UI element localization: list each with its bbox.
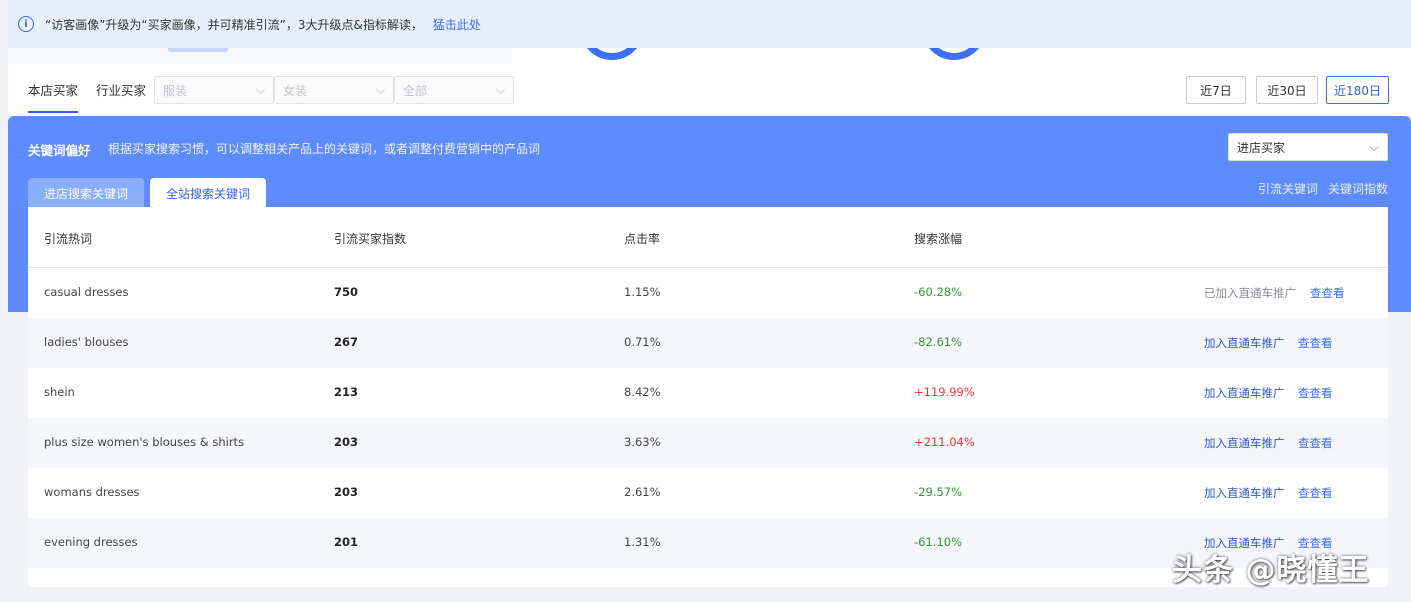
add-to-promotion-link[interactable]: 加入直通车推广 (1204, 435, 1285, 451)
tab-store-search-keywords[interactable]: 进店搜索关键词 (28, 178, 144, 208)
buyer-type-select[interactable]: 进店买家 ⌵ (1228, 133, 1388, 161)
select-value: 全部 (403, 83, 428, 98)
filter-bar: 本店买家 行业买家 服装 ⌵ 女装 ⌵ 全部 ⌵ 近7日 近30日 近180日 (8, 64, 1411, 116)
category-select-3[interactable]: 全部 ⌵ (394, 76, 514, 104)
growth-cell: -29.57% (914, 485, 962, 499)
category-select-1[interactable]: 服装 ⌵ (154, 76, 274, 104)
growth-cell: +211.04% (914, 435, 975, 449)
view-link[interactable]: 查查看 (1298, 435, 1333, 451)
add-to-promotion-link[interactable]: 加入直通车推广 (1204, 385, 1285, 401)
buyer-index-cell: 203 (334, 435, 359, 449)
table-row: ladies' blouses 267 0.71% -82.61% 加入直通车推广 查查看 (28, 318, 1388, 368)
chevron-down-icon: ⌵ (255, 82, 265, 97)
ctr-cell: 0.71% (624, 335, 661, 349)
notice-text: “访客画像”升级为“买家画像，并可精准引流”，3大升级点&指标解读， (45, 17, 423, 32)
add-to-promotion-link[interactable]: 加入直通车推广 (1204, 485, 1285, 501)
keyword-cell: shein (44, 385, 75, 399)
added-to-promotion-label: 已加入直通车推广 (1204, 286, 1296, 300)
table-row: womans dresses 203 2.61% -29.57% 加入直通车推广 查查看 (28, 468, 1388, 518)
buyer-index-cell: 750 (334, 285, 359, 299)
buyer-index-cell: 203 (334, 485, 359, 499)
growth-cell: -60.28% (914, 285, 962, 299)
select-value: 进店买家 (1237, 140, 1286, 155)
select-value: 服装 (163, 83, 188, 98)
range-180d-button[interactable]: 近180日 (1326, 76, 1389, 104)
ctr-cell: 2.61% (624, 485, 661, 499)
ctr-cell: 3.63% (624, 435, 661, 449)
chevron-down-icon: ⌵ (495, 82, 505, 97)
table-row: plus size women's blouses & shirts 203 3.6… (28, 418, 1388, 468)
chevron-down-icon: ⌵ (375, 82, 385, 97)
growth-cell: -61.10% (914, 535, 962, 549)
keyword-index-link[interactable]: 关键词指数 (1328, 180, 1388, 197)
ctr-cell: 8.42% (624, 385, 661, 399)
growth-cell: -82.61% (914, 335, 962, 349)
traffic-keywords-link[interactable]: 引流关键词 (1258, 180, 1318, 197)
watermark: 头条 @晓懂王 (1172, 553, 1370, 588)
header-growth: 搜索涨幅 (914, 232, 963, 246)
keyword-cell: plus size women's blouses & shirts (44, 435, 245, 449)
info-icon: i (18, 16, 34, 32)
tab-industry-buyers[interactable]: 行业买家 (96, 80, 146, 99)
header-buyer-index: 引流买家指数 (334, 232, 407, 246)
panel-description: 根据买家搜索习惯，可以调整相关产品上的关键词，或者调整付费营销中的产品词 (108, 142, 541, 156)
buyer-index-cell: 213 (334, 385, 359, 399)
table-row: casual dresses 750 1.15% -60.28% 已加入直通车推广 查查看 (28, 268, 1388, 318)
add-to-promotion-link[interactable]: 加入直通车推广 (1204, 335, 1285, 351)
buyer-index-cell: 267 (334, 335, 359, 349)
range-30d-button[interactable]: 近30日 (1256, 76, 1318, 104)
view-link[interactable]: 查查看 (1298, 385, 1333, 401)
tab-site-search-keywords[interactable]: 全站搜索关键词 (150, 178, 266, 208)
keyword-cell: evening dresses (44, 535, 138, 549)
view-link[interactable]: 查查看 (1298, 485, 1333, 501)
chevron-down-icon: ⌵ (1369, 139, 1379, 155)
header-keyword: 引流热词 (44, 232, 93, 246)
table-row: shein 213 8.42% +119.99% 加入直通车推广 查查看 (28, 368, 1388, 418)
select-value: 女装 (283, 83, 308, 98)
panel-title: 关键词偏好 (28, 143, 91, 158)
keyword-table: 引流热词 引流买家指数 点击率 搜索涨幅 casual dresses 750 1.… (28, 207, 1388, 587)
ctr-cell: 1.15% (624, 285, 661, 299)
keyword-cell: casual dresses (44, 285, 129, 299)
header-ctr: 点击率 (624, 232, 661, 246)
ctr-cell: 1.31% (624, 535, 661, 549)
keyword-cell: womans dresses (44, 485, 140, 499)
notice-link[interactable]: 猛击此处 (433, 16, 481, 33)
view-link[interactable]: 查查看 (1310, 285, 1345, 301)
growth-cell: +119.99% (914, 385, 975, 399)
category-select-2[interactable]: 女装 ⌵ (274, 76, 394, 104)
range-7d-button[interactable]: 近7日 (1186, 76, 1246, 104)
table-header: 引流热词 引流买家指数 点击率 搜索涨幅 (28, 207, 1388, 268)
buyer-index-cell: 201 (334, 535, 359, 549)
view-link[interactable]: 查查看 (1298, 335, 1333, 351)
tab-store-buyers[interactable]: 本店买家 (28, 80, 79, 113)
keyword-cell: ladies' blouses (44, 335, 129, 349)
notice-banner: i “访客画像”升级为“买家画像，并可精准引流”，3大升级点&指标解读， 猛击此… (8, 0, 1411, 48)
